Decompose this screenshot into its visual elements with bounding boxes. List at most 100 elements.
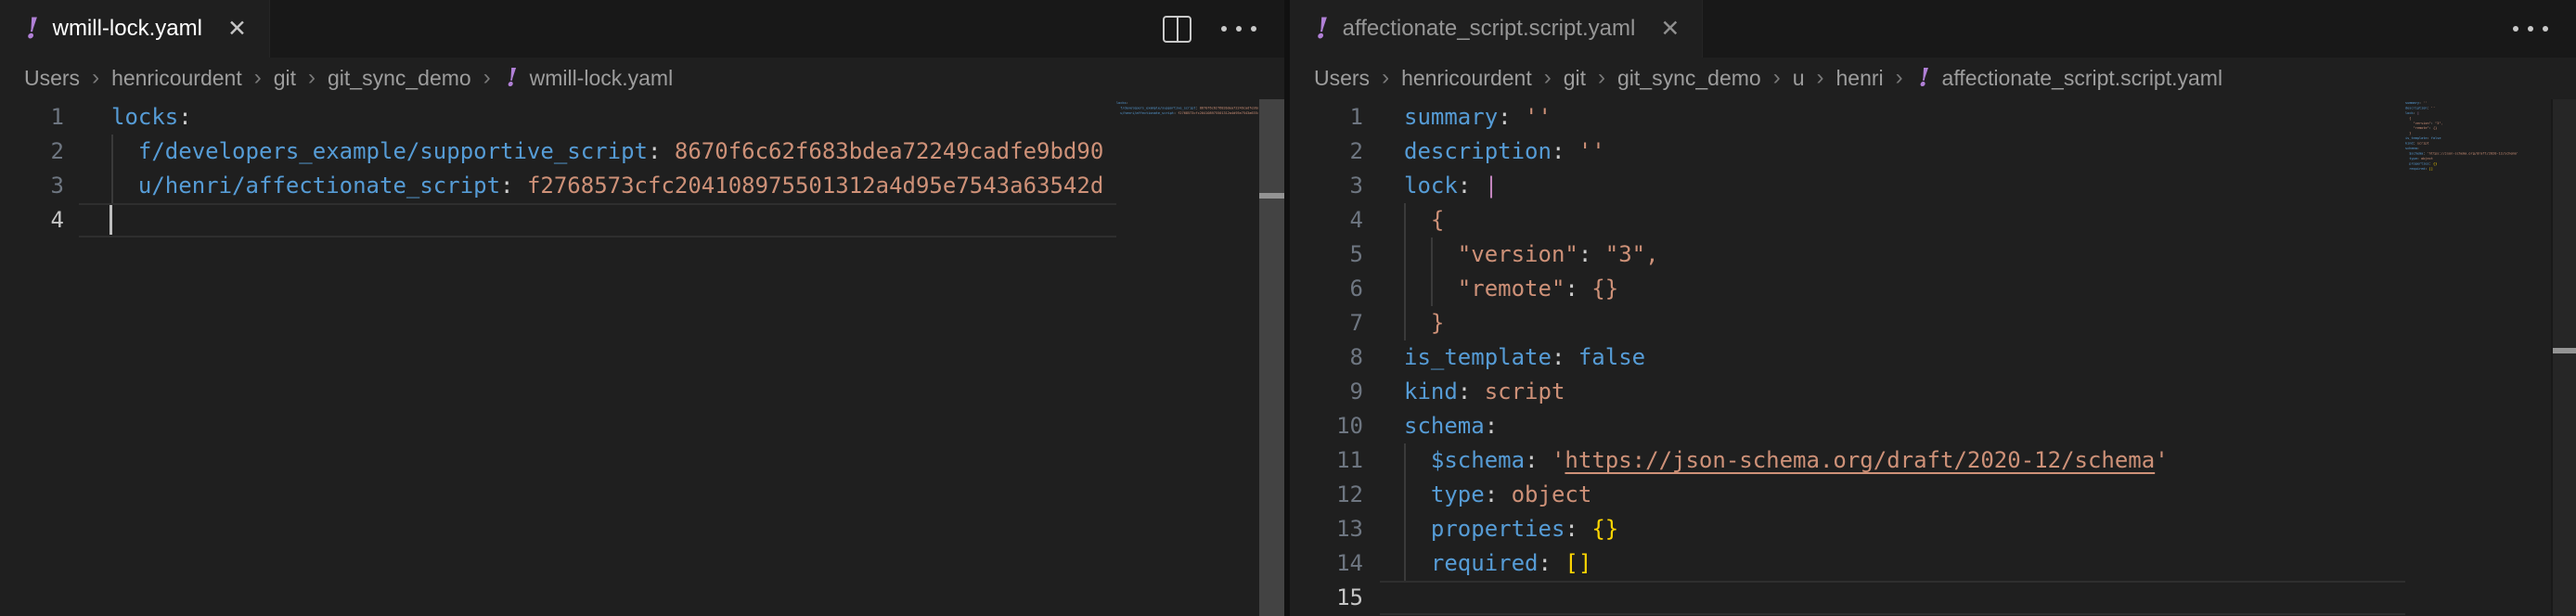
- code-token: $schema: [1431, 447, 1525, 473]
- breadcrumb-item[interactable]: git_sync_demo: [1617, 66, 1761, 91]
- line-number: 11: [1290, 443, 1363, 478]
- more-actions-icon[interactable]: [1221, 26, 1256, 32]
- code-line-row: 1summary: '': [1290, 100, 2576, 135]
- breadcrumb-file[interactable]: wmill-lock.yaml: [530, 66, 674, 91]
- code-token: }: [1404, 310, 1444, 336]
- indent-guide: [1404, 443, 1406, 478]
- close-tab-icon[interactable]: ✕: [227, 15, 247, 43]
- line-number: 10: [1290, 409, 1363, 443]
- code-token: :: [500, 173, 513, 199]
- yaml-warning-icon: !: [1316, 15, 1329, 44]
- code-token: :: [1578, 241, 1591, 267]
- code-token: script: [1471, 379, 1565, 404]
- code-token: :: [1485, 481, 1498, 507]
- code-token: [1552, 550, 1565, 576]
- line-number: 6: [1290, 272, 1363, 306]
- overview-cursor-mark: [1259, 193, 1284, 199]
- code-token: []: [1565, 550, 1591, 576]
- code-line[interactable]: u/henri/affectionate_script: f2768573cfc…: [111, 169, 1103, 203]
- code-token: :: [1458, 379, 1471, 404]
- code-line-row: 10 schema:: [1290, 409, 2576, 443]
- breadcrumb-item[interactable]: Users: [24, 66, 80, 91]
- chevron-right-icon: ›: [92, 65, 99, 91]
- editor-group-right: ! affectionate_script.script.yaml ✕ User…: [1290, 0, 2576, 616]
- code-line[interactable]: summary: '': [1404, 100, 1552, 135]
- code-token: [514, 173, 527, 199]
- tab-wmill-lock[interactable]: ! wmill-lock.yaml ✕: [0, 0, 270, 58]
- code-editor-left[interactable]: 1locks:2 f/developers_example/supportive…: [0, 98, 1284, 616]
- breadcrumb-item[interactable]: henricourdent: [1401, 66, 1532, 91]
- chevron-right-icon: ›: [1382, 65, 1389, 91]
- line-number: 4: [1290, 203, 1363, 237]
- code-token: {}: [1591, 516, 1618, 542]
- code-line[interactable]: description: '': [1404, 135, 1605, 169]
- code-token: :: [648, 138, 661, 164]
- code-line[interactable]: properties: {}: [1404, 512, 1618, 546]
- code-line[interactable]: "remote": {}: [1404, 272, 1618, 306]
- code-line[interactable]: {: [1404, 203, 1444, 237]
- indent-guide: [1404, 272, 1406, 306]
- line-number: 15: [1290, 581, 1363, 615]
- code-line[interactable]: locks:: [111, 100, 192, 135]
- vertical-scrollbar[interactable]: [2551, 99, 2576, 616]
- code-line[interactable]: "version": "3",: [1404, 237, 1659, 272]
- code-token: :: [1565, 516, 1578, 542]
- code-rows: 1locks:2 f/developers_example/supportive…: [0, 98, 1284, 616]
- code-line[interactable]: f/developers_example/supportive_script: …: [111, 135, 1103, 169]
- code-token: :: [1525, 447, 1538, 473]
- code-line-row: 6 "remote": {}: [1290, 272, 2576, 306]
- split-editor-icon[interactable]: [1163, 16, 1191, 43]
- indent-guide: [111, 169, 113, 203]
- breadcrumb-item[interactable]: henri: [1836, 66, 1884, 91]
- code-token: [1404, 481, 1431, 507]
- code-token: ': [2155, 447, 2168, 473]
- code-line[interactable]: type: object: [1404, 478, 1591, 512]
- indent-guide: [1404, 512, 1406, 546]
- minimap[interactable]: locks: f/developers_example/supportive_s…: [1116, 100, 1258, 616]
- tab-bar-actions-right: [2513, 0, 2576, 58]
- tab-label: wmill-lock.yaml: [53, 16, 202, 42]
- code-line[interactable]: lock: |: [1404, 169, 1498, 203]
- more-actions-icon[interactable]: [2513, 26, 2548, 32]
- code-line[interactable]: kind: script: [1404, 375, 1565, 409]
- breadcrumb-item[interactable]: u: [1793, 66, 1805, 91]
- indent-guide: [1431, 272, 1433, 306]
- minimap[interactable]: summary: ''description: ''lock: | { "ver…: [2405, 100, 2547, 616]
- breadcrumb-item[interactable]: git_sync_demo: [328, 66, 471, 91]
- code-token: "3",: [1591, 241, 1658, 267]
- code-token: '': [1565, 138, 1604, 164]
- tab-affectionate-script[interactable]: ! affectionate_script.script.yaml ✕: [1290, 0, 1703, 58]
- breadcrumb-item[interactable]: git: [274, 66, 296, 91]
- code-token: :: [1552, 138, 1565, 164]
- code-token: object: [1498, 481, 1591, 507]
- link-token[interactable]: https://json-schema.org/draft/2020-12/sc…: [1565, 447, 2155, 473]
- code-line-row: 13 properties: {}: [1290, 512, 2576, 546]
- code-token: :: [178, 104, 191, 130]
- minimap-content: locks: f/developers_example/supportive_s…: [1116, 100, 1258, 121]
- breadcrumb-item[interactable]: henricourdent: [111, 66, 242, 91]
- code-line-row: 7 }: [1290, 306, 2576, 340]
- code-line[interactable]: is_template: false: [1404, 340, 1645, 375]
- minimap-content: summary: ''description: ''lock: | { "ver…: [2405, 100, 2547, 176]
- code-line[interactable]: }: [1404, 306, 1444, 340]
- overview-cursor-mark: [2553, 348, 2576, 353]
- breadcrumb-item[interactable]: git: [1564, 66, 1586, 91]
- code-line[interactable]: required: []: [1404, 546, 1591, 581]
- breadcrumb-item[interactable]: Users: [1314, 66, 1370, 91]
- chevron-right-icon: ›: [254, 65, 262, 91]
- code-token: f/developers_example/supportive_script: [138, 138, 648, 164]
- code-line[interactable]: schema:: [1404, 409, 1498, 443]
- code-line-row: 8is_template: false: [1290, 340, 2576, 375]
- line-number: 2: [0, 135, 64, 169]
- line-number: 3: [1290, 169, 1363, 203]
- code-line[interactable]: $schema: 'https://json-schema.org/draft/…: [1404, 443, 2169, 478]
- close-tab-icon[interactable]: ✕: [1660, 15, 1680, 43]
- vertical-scrollbar[interactable]: [1259, 99, 1284, 616]
- breadcrumb-file[interactable]: affectionate_script.script.yaml: [1942, 66, 2223, 91]
- indent-guide: [1404, 478, 1406, 512]
- code-token: f2768573cfc204108975501312a4d95e7543a635…: [527, 173, 1103, 199]
- line-number: 4: [0, 203, 64, 237]
- tab-bar-left: ! wmill-lock.yaml ✕: [0, 0, 1284, 58]
- code-line-row: 1locks:: [0, 100, 1284, 135]
- code-editor-right[interactable]: 1summary: ''2description: ''3lock: |4 {5…: [1290, 98, 2576, 616]
